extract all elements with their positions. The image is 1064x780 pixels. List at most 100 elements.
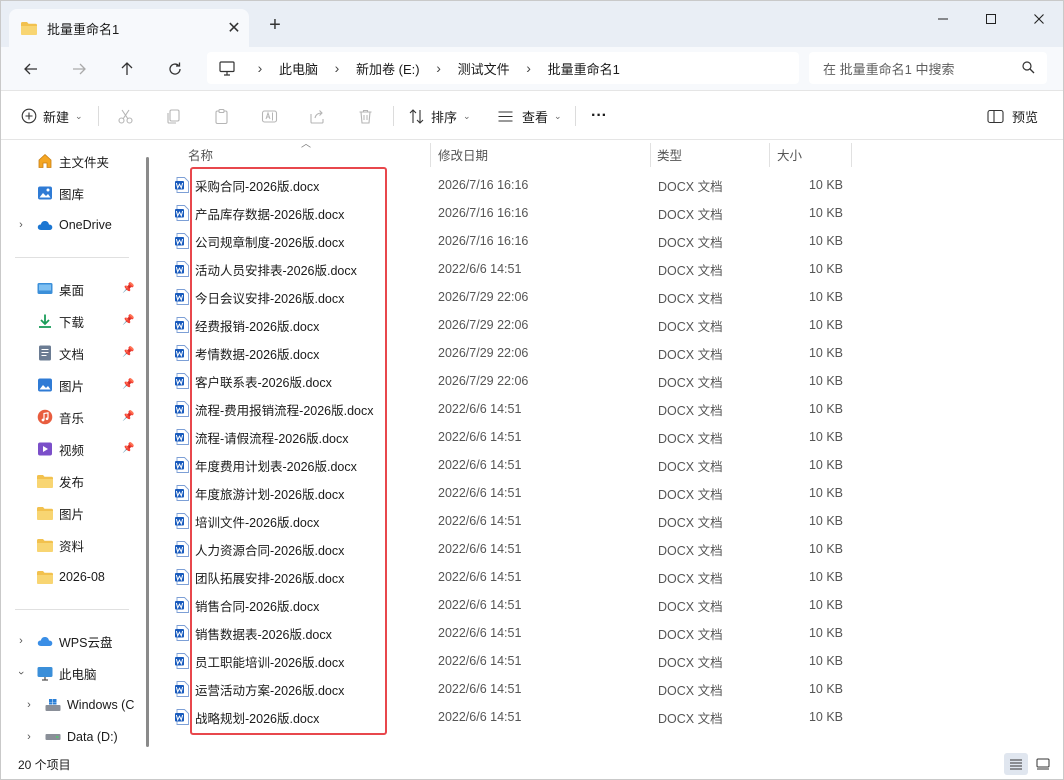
file-name-cell[interactable]: 年度旅游计划-2026版.docx [175, 479, 344, 507]
column-header-date[interactable]: 修改日期 [438, 141, 488, 167]
pin-icon[interactable]: 📌 [122, 379, 134, 393]
file-row[interactable]: 销售合同-2026版.docx 2022/6/6 14:51 DOCX 文档 10 K… [161, 591, 1061, 619]
file-name-cell[interactable]: 公司规章制度-2026版.docx [175, 227, 344, 255]
nav-item-pictures[interactable]: 图片 [37, 373, 84, 397]
more-options-button[interactable]: ··· [591, 104, 607, 128]
nav-item-folder[interactable]: 发布 [37, 469, 84, 493]
file-row[interactable]: 年度费用计划表-2026版.docx 2022/6/6 14:51 DOCX 文档 1… [161, 451, 1061, 479]
file-name-cell[interactable]: 员工职能培训-2026版.docx [175, 647, 344, 675]
close-window-button[interactable] [1015, 1, 1063, 37]
sort-button[interactable]: 排序 ⌄ [408, 104, 471, 128]
file-name-cell[interactable]: 销售合同-2026版.docx [175, 591, 319, 619]
view-button[interactable]: 查看 ⌄ [497, 104, 562, 128]
column-divider[interactable] [851, 143, 852, 167]
file-name-cell[interactable]: 流程-请假流程-2026版.docx [175, 423, 349, 451]
breadcrumb-drive-e[interactable]: 新加卷 (E:) [344, 59, 432, 78]
file-row[interactable]: 今日会议安排-2026版.docx 2026/7/29 22:06 DOCX 文档 1… [161, 283, 1061, 311]
nav-item-documents[interactable]: 文档 [37, 341, 84, 365]
nav-item-drive-c[interactable]: Windows (C [45, 693, 134, 717]
file-row[interactable]: 活动人员安排表-2026版.docx 2022/6/6 14:51 DOCX 文档 1… [161, 255, 1061, 283]
file-name-cell[interactable]: 年度费用计划表-2026版.docx [175, 451, 357, 479]
file-row[interactable]: 客户联系表-2026版.docx 2026/7/29 22:06 DOCX 文档 10… [161, 367, 1061, 395]
nav-item-drive-d[interactable]: Data (D:) [45, 725, 118, 749]
file-row[interactable]: 培训文件-2026版.docx 2022/6/6 14:51 DOCX 文档 10 K… [161, 507, 1061, 535]
minimize-button[interactable] [919, 1, 967, 37]
search-input[interactable]: 在 批量重命名1 中搜索 [809, 52, 1047, 84]
file-name-cell[interactable]: 流程-费用报销流程-2026版.docx [175, 395, 374, 423]
delete-button[interactable] [357, 104, 374, 128]
maximize-button[interactable] [967, 1, 1015, 37]
file-row[interactable]: 销售数据表-2026版.docx 2022/6/6 14:51 DOCX 文档 10 … [161, 619, 1061, 647]
details-view-button[interactable] [1004, 753, 1028, 775]
file-name-cell[interactable]: 团队拓展安排-2026版.docx [175, 563, 344, 591]
file-name-cell[interactable]: 战略规划-2026版.docx [175, 703, 319, 731]
nav-item-downloads[interactable]: 下载 [37, 309, 84, 333]
file-row[interactable]: 运营活动方案-2026版.docx 2022/6/6 14:51 DOCX 文档 10… [161, 675, 1061, 703]
preview-pane-button[interactable]: 预览 [987, 104, 1038, 128]
file-name-cell[interactable]: 经费报销-2026版.docx [175, 311, 319, 339]
column-header-type[interactable]: 类型 [657, 141, 682, 167]
file-name-cell[interactable]: 活动人员安排表-2026版.docx [175, 255, 357, 283]
file-name-cell[interactable]: 采购合同-2026版.docx [175, 171, 319, 199]
nav-item-desktop[interactable]: 桌面 [37, 277, 84, 301]
file-name-cell[interactable]: 考情数据-2026版.docx [175, 339, 319, 367]
file-row[interactable]: 战略规划-2026版.docx 2022/6/6 14:51 DOCX 文档 10 K… [161, 703, 1061, 731]
nav-item-folder[interactable]: 资料 [37, 533, 84, 557]
column-divider[interactable] [769, 143, 770, 167]
pin-icon[interactable]: 📌 [122, 411, 134, 425]
breadcrumb-this-pc[interactable]: 此电脑 [267, 59, 330, 78]
file-name-cell[interactable]: 今日会议安排-2026版.docx [175, 283, 344, 311]
expand-chevron-icon[interactable]: › [23, 693, 35, 717]
pin-icon[interactable]: 📌 [122, 443, 134, 457]
paste-button[interactable] [213, 104, 230, 128]
refresh-button[interactable] [159, 55, 191, 83]
file-row[interactable]: 公司规章制度-2026版.docx 2026/7/16 16:16 DOCX 文档 1… [161, 227, 1061, 255]
file-row[interactable]: 流程-请假流程-2026版.docx 2022/6/6 14:51 DOCX 文档 1… [161, 423, 1061, 451]
rename-button[interactable] [261, 104, 278, 128]
expand-chevron-icon[interactable]: › [23, 725, 35, 749]
nav-item-this-pc[interactable]: 此电脑 [37, 661, 97, 685]
collapse-chevron-icon[interactable]: › [9, 667, 33, 679]
forward-button[interactable] [63, 55, 95, 83]
nav-item-videos[interactable]: 视频 [37, 437, 84, 461]
column-divider[interactable] [430, 143, 431, 167]
close-tab-icon[interactable]: ✕ [219, 18, 249, 38]
nav-item-home[interactable]: 主文件夹 [37, 149, 109, 173]
new-tab-button[interactable]: + [263, 13, 287, 37]
nav-item-folder[interactable]: 2026-08 [37, 565, 105, 589]
file-row[interactable]: 产品库存数据-2026版.docx 2026/7/16 16:16 DOCX 文档 1… [161, 199, 1061, 227]
nav-item-folder[interactable]: 图片 [37, 501, 84, 525]
file-row[interactable]: 团队拓展安排-2026版.docx 2022/6/6 14:51 DOCX 文档 10… [161, 563, 1061, 591]
pin-icon[interactable]: 📌 [122, 315, 134, 329]
up-button[interactable] [111, 55, 143, 83]
cut-button[interactable] [117, 104, 134, 128]
file-name-cell[interactable]: 人力资源合同-2026版.docx [175, 535, 344, 563]
breadcrumb[interactable]: › 此电脑 › 新加卷 (E:) › 测试文件 › 批量重命名1 [207, 52, 799, 84]
expand-chevron-icon[interactable]: › [15, 213, 27, 237]
file-name-cell[interactable]: 客户联系表-2026版.docx [175, 367, 332, 395]
tab-current-folder[interactable]: 批量重命名1 ✕ [9, 9, 249, 47]
breadcrumb-current-folder[interactable]: 批量重命名1 [536, 59, 632, 78]
copy-button[interactable] [165, 104, 182, 128]
expand-chevron-icon[interactable]: › [15, 629, 27, 653]
breadcrumb-test-files[interactable]: 测试文件 [446, 59, 522, 78]
file-row[interactable]: 年度旅游计划-2026版.docx 2022/6/6 14:51 DOCX 文档 10… [161, 479, 1061, 507]
nav-item-music[interactable]: 音乐 [37, 405, 84, 429]
file-name-cell[interactable]: 产品库存数据-2026版.docx [175, 199, 344, 227]
file-row[interactable]: 经费报销-2026版.docx 2026/7/29 22:06 DOCX 文档 10 … [161, 311, 1061, 339]
pin-icon[interactable]: 📌 [122, 283, 134, 297]
column-header-size[interactable]: 大小 [777, 141, 802, 167]
tiles-view-button[interactable] [1031, 753, 1055, 775]
file-row[interactable]: 流程-费用报销流程-2026版.docx 2022/6/6 14:51 DOCX 文… [161, 395, 1061, 423]
nav-item-gallery[interactable]: 图库 [37, 181, 84, 205]
nav-item-wps-cloud[interactable]: WPS云盘 [37, 629, 112, 653]
file-row[interactable]: 考情数据-2026版.docx 2026/7/29 22:06 DOCX 文档 10 … [161, 339, 1061, 367]
file-name-cell[interactable]: 销售数据表-2026版.docx [175, 619, 332, 647]
file-row[interactable]: 人力资源合同-2026版.docx 2022/6/6 14:51 DOCX 文档 10… [161, 535, 1061, 563]
new-button[interactable]: 新建 ⌄ [21, 104, 83, 128]
file-name-cell[interactable]: 培训文件-2026版.docx [175, 507, 319, 535]
file-row[interactable]: 采购合同-2026版.docx 2026/7/16 16:16 DOCX 文档 10 … [161, 171, 1061, 199]
file-row[interactable]: 员工职能培训-2026版.docx 2022/6/6 14:51 DOCX 文档 10… [161, 647, 1061, 675]
share-button[interactable] [309, 104, 326, 128]
pin-icon[interactable]: 📌 [122, 347, 134, 361]
